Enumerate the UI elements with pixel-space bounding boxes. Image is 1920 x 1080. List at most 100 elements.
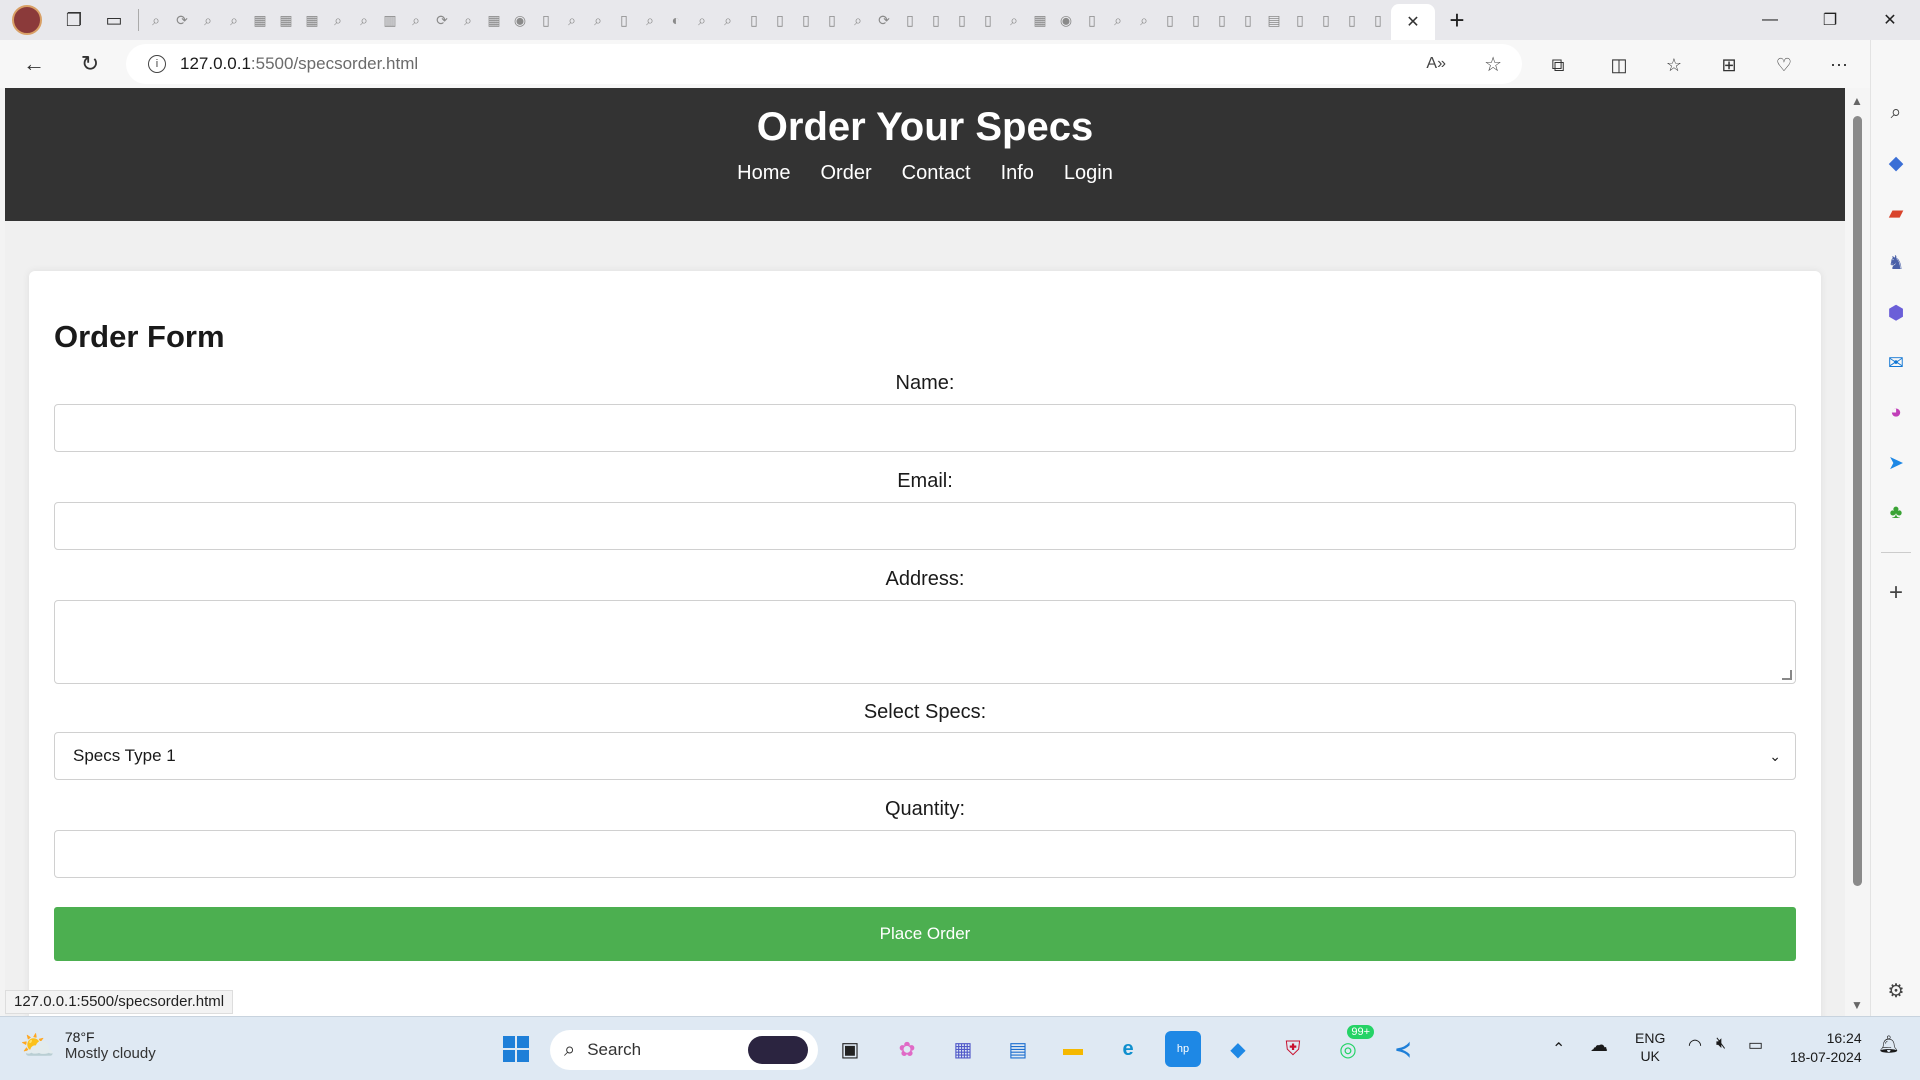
tab-favicon-icon[interactable]: ◉	[1053, 0, 1079, 40]
profile-avatar[interactable]	[0, 0, 54, 40]
scroll-thumb[interactable]	[1853, 116, 1862, 886]
new-tab-button[interactable]: +	[1435, 0, 1479, 40]
tab-favicon-icon[interactable]: ⟳	[169, 0, 195, 40]
tray-overflow-icon[interactable]: ⌃	[1552, 1039, 1565, 1059]
workspaces-icon[interactable]: ❐	[54, 0, 94, 40]
tab-favicon-icon[interactable]: ⟳	[871, 0, 897, 40]
notification-bell-icon[interactable]: 🔔︎	[1878, 1035, 1900, 1055]
tab-favicon-icon[interactable]: ▯	[949, 0, 975, 40]
sidebar-m365-icon[interactable]: ⬢	[1879, 296, 1913, 330]
tab-favicon-icon[interactable]: ▯	[611, 0, 637, 40]
tab-favicon-icon[interactable]: ▦	[247, 0, 273, 40]
tab-favicon-icon[interactable]: ▦	[1027, 0, 1053, 40]
sidebar-send-icon[interactable]: ➤	[1879, 446, 1913, 480]
tab-favicon-icon[interactable]: ▯	[819, 0, 845, 40]
language-indicator[interactable]: ENG UK	[1635, 1029, 1665, 1065]
quantity-input[interactable]	[54, 830, 1796, 878]
tab-favicon-icon[interactable]: ⟳	[429, 0, 455, 40]
tab-favicon-icon[interactable]: ▯	[793, 0, 819, 40]
mcafee-icon[interactable]: ⛨	[1275, 1031, 1311, 1067]
tab-actions-icon[interactable]: ▭	[94, 0, 134, 40]
tab-favicon-icon[interactable]: ▯	[923, 0, 949, 40]
read-aloud-icon[interactable]: A»	[1426, 55, 1446, 73]
sidebar-settings-icon[interactable]: ⚙	[1879, 974, 1913, 1008]
page-scrollbar[interactable]: ▲ ▼	[1845, 88, 1870, 1016]
maximize-button[interactable]: ❐	[1800, 0, 1860, 40]
sidebar-search-icon[interactable]: ⌕	[1879, 96, 1913, 130]
scroll-up-arrow[interactable]: ▲	[1851, 94, 1863, 108]
tab-favicon-icon[interactable]: ▯	[897, 0, 923, 40]
tab-favicon-icon[interactable]: ▯	[533, 0, 559, 40]
tab-favicon-icon[interactable]: ▦	[273, 0, 299, 40]
email-input[interactable]	[54, 502, 1796, 550]
name-input[interactable]	[54, 404, 1796, 452]
sidebar-designer-icon[interactable]: ◕	[1879, 396, 1913, 430]
tab-favicon-icon[interactable]: ▥	[377, 0, 403, 40]
copilot-app-icon[interactable]: ◆	[1220, 1031, 1256, 1067]
tab-favicon-icon[interactable]: ⌕	[845, 0, 871, 40]
favorite-star-icon[interactable]: ☆	[1484, 52, 1502, 77]
tab-favicon-icon[interactable]: ▯	[1339, 0, 1365, 40]
sidebar-tools-icon[interactable]: ▰	[1879, 196, 1913, 230]
tab-favicon-icon[interactable]: ▯	[1079, 0, 1105, 40]
clock[interactable]: 16:24 18-07-2024	[1790, 1029, 1862, 1067]
tab-favicon-icon[interactable]: ▯	[1313, 0, 1339, 40]
tab-favicon-icon[interactable]: ⌕	[325, 0, 351, 40]
volume-muted-icon[interactable]: 🔇︎	[1716, 1035, 1726, 1053]
tab-favicon-icon[interactable]: ⌕	[403, 0, 429, 40]
extensions-icon[interactable]: ⧉	[1541, 48, 1575, 82]
reload-button[interactable]: ↻	[68, 44, 112, 84]
tab-favicon-icon[interactable]: ⌕	[455, 0, 481, 40]
favorites-icon[interactable]: ☆	[1657, 48, 1691, 82]
sidebar-tree-icon[interactable]: ♣	[1879, 496, 1913, 530]
start-button[interactable]	[498, 1031, 534, 1067]
nav-contact[interactable]: Contact	[902, 162, 971, 185]
tab-favicon-icon[interactable]: ▯	[767, 0, 793, 40]
wifi-icon[interactable]: ◠	[1688, 1035, 1702, 1055]
tab-favicon-icon[interactable]: ▦	[299, 0, 325, 40]
tab-favicon-icon[interactable]: ▯	[1209, 0, 1235, 40]
store-icon[interactable]: ▤	[1000, 1031, 1036, 1067]
tab-favicon-icon[interactable]: ⌕	[221, 0, 247, 40]
battery-icon[interactable]: ▭	[1748, 1035, 1763, 1055]
tab-favicon-icon[interactable]: ⌕	[689, 0, 715, 40]
collections-icon[interactable]: ⊞	[1712, 48, 1746, 82]
place-order-button[interactable]: Place Order	[54, 907, 1796, 961]
split-screen-icon[interactable]: ◫	[1602, 48, 1636, 82]
sidebar-games-icon[interactable]: ♞	[1879, 246, 1913, 280]
sidebar-add-icon[interactable]: +	[1879, 576, 1913, 610]
tab-favicon-icon[interactable]: ◉	[507, 0, 533, 40]
address-bar[interactable]: i 127.0.0.1:5500/specsorder.html A» ☆	[126, 44, 1522, 84]
tab-favicon-icon[interactable]: ⌕	[195, 0, 221, 40]
sidebar-outlook-icon[interactable]: ✉	[1879, 346, 1913, 380]
tab-favicon-icon[interactable]: ▯	[975, 0, 1001, 40]
weather-widget[interactable]: ⛅ 78°F Mostly cloudy	[20, 1029, 156, 1062]
scroll-down-arrow[interactable]: ▼	[1851, 998, 1863, 1012]
tab-favicon-icon[interactable]: ▯	[1365, 0, 1391, 40]
specs-select[interactable]: Specs Type 1 ⌄	[54, 732, 1796, 780]
back-button[interactable]: ←	[12, 44, 56, 84]
tab-favicon-icon[interactable]: ▯	[1157, 0, 1183, 40]
onedrive-icon[interactable]: ☁	[1590, 1035, 1608, 1056]
tab-favicon-icon[interactable]: ⌕	[715, 0, 741, 40]
minimize-button[interactable]: —	[1740, 0, 1800, 40]
tab-favicon-icon[interactable]: ⌕	[637, 0, 663, 40]
file-explorer-icon[interactable]: ▬	[1055, 1031, 1091, 1067]
nav-home[interactable]: Home	[737, 162, 790, 185]
tab-favicon-icon[interactable]: ⌕	[559, 0, 585, 40]
sidebar-shopping-icon[interactable]: ◆	[1879, 146, 1913, 180]
tab-favicon-icon[interactable]: ▦	[481, 0, 507, 40]
tab-favicon-icon[interactable]: ▯	[1235, 0, 1261, 40]
nav-login[interactable]: Login	[1064, 162, 1113, 185]
tab-favicon-icon[interactable]: ⌕	[585, 0, 611, 40]
tab-favicon-icon[interactable]: ◐	[663, 0, 689, 40]
nav-info[interactable]: Info	[1001, 162, 1034, 185]
tab-favicon-icon[interactable]: ⌕	[1131, 0, 1157, 40]
tab-favicon-icon[interactable]: ⌕	[1001, 0, 1027, 40]
vscode-icon[interactable]: ≺	[1385, 1031, 1421, 1067]
browser-essentials-icon[interactable]: ♡	[1767, 48, 1801, 82]
teams-icon[interactable]: ▦	[945, 1031, 981, 1067]
tab-favicon-icon[interactable]: ▯	[1287, 0, 1313, 40]
taskbar-search[interactable]: ⌕ Search	[550, 1030, 818, 1070]
address-textarea[interactable]	[54, 600, 1796, 684]
